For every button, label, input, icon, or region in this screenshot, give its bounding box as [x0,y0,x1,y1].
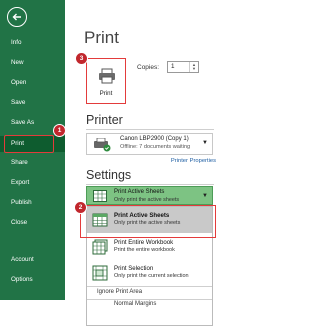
sidebar-item-new[interactable]: New [0,55,65,71]
print-button[interactable]: Print [86,58,126,104]
sidebar-item-open[interactable]: Open [0,75,65,91]
printer-divider [86,129,214,130]
sidebar-item-share[interactable]: Share [0,155,65,171]
back-arrow-icon[interactable] [7,7,27,27]
sidebar-item-options[interactable]: Options [0,272,65,288]
printer-properties-link[interactable]: Printer Properties [171,158,216,164]
copies-label: Copies: [137,64,160,71]
active-sheets-highlight-outline [80,205,216,238]
step-badge-2: 2 [74,201,87,214]
sidebar-item-save[interactable]: Save [0,95,65,111]
menu-item-title: Print Entire Workbook [114,239,174,246]
sidebar-item-publish[interactable]: Publish [0,195,65,211]
spin-down-icon[interactable]: ▼ [192,67,196,71]
settings-heading: Settings [86,168,132,182]
printer-status: Offline: 7 documents waiting [120,144,191,150]
menu-item-print-selection[interactable]: Print Selection Only print the current s… [87,260,212,286]
copies-value: 1 [171,63,175,70]
sidebar-item-export[interactable]: Export [0,175,65,191]
print-highlight-outline [4,135,54,153]
normal-margins-option[interactable]: Normal Margins [114,301,156,307]
sidebar-item-close[interactable]: Close [0,215,65,231]
workbook-icon [92,239,108,255]
chevron-down-icon: ▼ [202,140,208,146]
sheet-grid-icon [93,190,107,202]
chevron-down-icon: ▼ [202,193,208,199]
step-badge-3: 3 [75,52,88,65]
dropdown-selected-subtitle: Only print the active sheets [114,197,180,203]
copies-input[interactable]: 1 ▲ ▼ [167,61,199,73]
sidebar-item-account[interactable]: Account [0,252,65,268]
printer-name: Canon LBP2900 (Copy 1) [120,136,189,142]
menu-divider [87,286,212,287]
printer-status-icon [94,138,111,152]
sidebar-item-info[interactable]: Info [0,35,65,51]
copies-spinner[interactable]: ▲ ▼ [189,62,198,72]
dropdown-selected-title: Print Active Sheets [114,189,165,195]
printer-dropdown[interactable]: Canon LBP2900 (Copy 1) Offline: 7 docume… [86,133,213,155]
menu-item-subtitle: Only print the current selection [114,273,189,279]
ignore-print-area-option[interactable]: Ignore Print Area [97,289,142,295]
printer-heading: Printer [86,113,123,127]
page-title: Print [84,28,119,47]
print-button-label: Print [99,90,113,97]
menu-item-title: Print Selection [114,265,154,272]
settings-divider [86,184,214,185]
selection-icon [92,265,108,281]
menu-item-subtitle: Print the entire workbook [114,247,175,253]
print-scope-dropdown[interactable]: Print Active Sheets Only print the activ… [86,186,213,205]
printer-icon [99,68,115,84]
